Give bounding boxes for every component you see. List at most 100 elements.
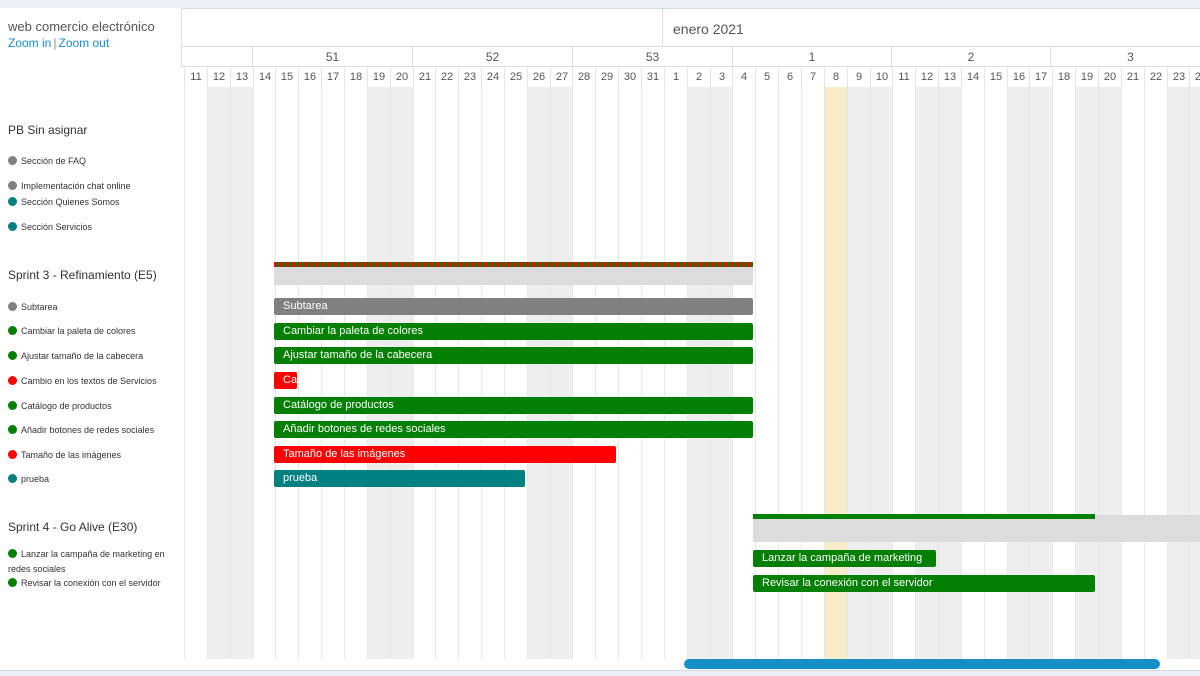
day-column: [595, 87, 618, 659]
task-label: prueba: [21, 474, 50, 484]
day-column-weekend: [1167, 87, 1190, 659]
day-column: [641, 87, 664, 659]
day-column: [1121, 87, 1144, 659]
gantt-bar-prueba[interactable]: prueba: [274, 470, 525, 487]
task-row[interactable]: Tamaño de las imágenes: [8, 448, 180, 463]
day-column-weekend: [390, 87, 413, 659]
day-header-cell: 15: [275, 67, 298, 87]
horizontal-scrollbar[interactable]: [684, 659, 1160, 669]
gantt-bar-revisar-conexion[interactable]: Revisar la conexión con el servidor: [753, 575, 1095, 592]
zoom-out-link[interactable]: Zoom out: [58, 36, 109, 50]
task-row[interactable]: Subtarea: [8, 300, 180, 315]
status-dot-icon: [8, 351, 17, 360]
day-header-cell: 12: [915, 67, 938, 87]
task-row[interactable]: Revisar la conexión con el servidor: [8, 576, 180, 591]
sprint-3-progress-line: [274, 262, 753, 267]
day-header-cell: 25: [504, 67, 527, 87]
gantt-bar-cambiar-paleta[interactable]: Cambiar la paleta de colores: [274, 323, 753, 340]
day-header-cell: 1: [664, 67, 687, 87]
task-label: Subtarea: [21, 302, 58, 312]
day-column-weekend: [847, 87, 870, 659]
task-label: Ajustar tamaño de la cabecera: [21, 351, 144, 361]
gantt-bar-ajustar-cabecera[interactable]: Ajustar tamaño de la cabecera: [274, 347, 753, 364]
task-row[interactable]: Implementación chat online: [8, 179, 180, 194]
month-cell-blank: [181, 8, 662, 47]
day-column-weekend: [207, 87, 230, 659]
week-cell: 53: [572, 47, 732, 67]
day-column-weekend: [527, 87, 550, 659]
day-header-cell: 22: [435, 67, 458, 87]
task-row[interactable]: Sección Quienes Somos: [8, 195, 180, 210]
day-column: [801, 87, 824, 659]
day-header-cell: 16: [298, 67, 321, 87]
task-row[interactable]: Catálogo de productos: [8, 399, 180, 414]
day-column-weekend: [710, 87, 733, 659]
day-column: [984, 87, 1007, 659]
day-header-cell: 26: [527, 67, 550, 87]
status-dot-icon: [8, 222, 17, 231]
zoom-in-link[interactable]: Zoom in: [8, 36, 51, 50]
day-column: [961, 87, 984, 659]
task-row[interactable]: prueba: [8, 472, 180, 487]
week-cell: 52: [412, 47, 572, 67]
task-label: Sección Quienes Somos: [21, 197, 120, 207]
day-column-weekend: [915, 87, 938, 659]
day-header-cell: 13: [230, 67, 253, 87]
status-dot-icon: [8, 450, 17, 459]
task-row[interactable]: Ajustar tamaño de la cabecera: [8, 349, 180, 364]
day-column: [253, 87, 276, 659]
day-header-cell: 29: [595, 67, 618, 87]
task-row[interactable]: Lanzar la campaña de marketing en redes …: [8, 547, 180, 577]
day-column: [1052, 87, 1075, 659]
bottom-border: [0, 670, 1200, 676]
gantt-bar-tamano-imagenes[interactable]: Tamaño de las imágenes: [274, 446, 616, 463]
day-column: [321, 87, 344, 659]
day-column: [664, 87, 687, 659]
task-row[interactable]: Sección de FAQ: [8, 154, 180, 169]
task-label: Cambiar la paleta de colores: [21, 326, 136, 336]
task-row[interactable]: Sección Servicios: [8, 220, 180, 235]
day-column-weekend: [1098, 87, 1121, 659]
day-header-cell: 9: [847, 67, 870, 87]
day-column: [184, 87, 207, 659]
day-header-cell: 12: [207, 67, 230, 87]
day-header-cell: 3: [710, 67, 733, 87]
section-title-sprint-4[interactable]: Sprint 4 - Go Alive (E30): [8, 520, 137, 534]
status-dot-icon: [8, 181, 17, 190]
task-label: Sección de FAQ: [21, 156, 87, 166]
day-column: [435, 87, 458, 659]
day-column-highlight: [824, 87, 847, 659]
status-dot-icon: [8, 425, 17, 434]
day-header-cell: 20: [1098, 67, 1121, 87]
day-column: [755, 87, 778, 659]
day-column-weekend: [230, 87, 253, 659]
day-column: [344, 87, 367, 659]
gantt-bar-subtarea[interactable]: Subtarea: [274, 298, 753, 315]
day-header-cell: 18: [344, 67, 367, 87]
day-column-weekend: [1007, 87, 1030, 659]
day-header-cell: 11: [892, 67, 915, 87]
section-title-backlog[interactable]: PB Sin asignar: [8, 123, 87, 137]
project-title: web comercio electrónico: [8, 19, 155, 34]
day-header-cell: 7: [801, 67, 824, 87]
day-column-weekend: [687, 87, 710, 659]
gantt-bar-catalogo[interactable]: Catálogo de productos: [274, 397, 753, 414]
sprint-4-summary-bar[interactable]: [753, 515, 1200, 542]
status-dot-icon: [8, 474, 17, 483]
day-header-cell: 19: [367, 67, 390, 87]
gantt-bar-lanzar-campana[interactable]: Lanzar la campaña de marketing: [753, 550, 936, 567]
day-column: [504, 87, 527, 659]
task-row[interactable]: Añadir botones de redes sociales: [8, 423, 180, 438]
week-cell: 3: [1050, 47, 1200, 67]
day-header-cell: 21: [1121, 67, 1144, 87]
gantt-bar-cambio-textos[interactable]: Ca: [274, 372, 297, 389]
day-column-weekend: [1189, 87, 1200, 659]
task-row[interactable]: Cambio en los textos de Servicios: [8, 374, 180, 389]
day-header-cell: 2: [687, 67, 710, 87]
gantt-bar-botones-redes[interactable]: Añadir botones de redes sociales: [274, 421, 753, 438]
status-dot-icon: [8, 156, 17, 165]
section-title-sprint-3[interactable]: Sprint 3 - Refinamiento (E5): [8, 268, 157, 282]
status-dot-icon: [8, 376, 17, 385]
day-column-weekend: [550, 87, 573, 659]
task-row[interactable]: Cambiar la paleta de colores: [8, 324, 180, 339]
